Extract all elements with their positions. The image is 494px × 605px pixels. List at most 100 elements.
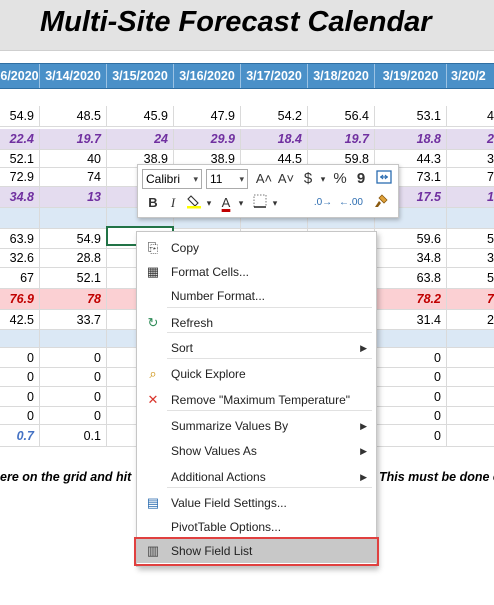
table-cell[interactable]: 5: [447, 268, 494, 288]
currency-button[interactable]: $: [298, 169, 318, 189]
table-cell[interactable]: 19.7: [308, 129, 375, 149]
table-cell[interactable]: 47.9: [174, 106, 241, 126]
table-cell[interactable]: 4: [447, 106, 494, 126]
table-cell[interactable]: 18.4: [241, 129, 308, 149]
table-cell[interactable]: 29.9: [174, 129, 241, 149]
date-header-cell[interactable]: 3/16/2020: [174, 64, 241, 88]
table-cell[interactable]: [0, 208, 40, 228]
table-cell[interactable]: 2: [447, 310, 494, 329]
table-cell[interactable]: [447, 330, 494, 347]
table-cell[interactable]: 0: [0, 387, 40, 406]
table-cell[interactable]: 54.9: [0, 106, 40, 126]
table-cell[interactable]: 33.7: [40, 310, 107, 329]
table-cell[interactable]: 63.8: [375, 268, 447, 288]
font-name-box[interactable]: Calibri ▾: [142, 169, 202, 189]
table-cell[interactable]: 19.7: [40, 129, 107, 149]
table-cell[interactable]: 52.1: [0, 150, 40, 167]
date-header-cell[interactable]: 3/15/2020: [107, 64, 174, 88]
menu-item-additional-actions[interactable]: Additional Actions ▶: [137, 465, 376, 489]
table-cell[interactable]: 0: [375, 348, 447, 367]
table-cell[interactable]: 54.9: [40, 229, 107, 248]
menu-item-refresh[interactable]: ↻ Refresh: [137, 311, 376, 335]
decrease-decimal-button[interactable]: ←.00: [336, 193, 366, 213]
menu-item-copy[interactable]: ⎘ Copy: [137, 236, 376, 260]
table-cell[interactable]: [0, 330, 40, 347]
table-cell[interactable]: 0.7: [0, 425, 40, 446]
table-cell[interactable]: [40, 330, 107, 347]
table-cell[interactable]: 22.4: [0, 129, 40, 149]
table-cell[interactable]: 56.4: [308, 106, 375, 126]
table-cell[interactable]: 3: [447, 150, 494, 167]
format-painter-icon[interactable]: [370, 193, 392, 213]
borders-icon[interactable]: [250, 193, 270, 213]
table-cell[interactable]: 32.6: [0, 249, 40, 267]
bold-button[interactable]: B: [144, 193, 162, 213]
table-cell[interactable]: 78: [40, 289, 107, 309]
table-cell[interactable]: 54.2: [241, 106, 308, 126]
table-cell[interactable]: 0: [0, 368, 40, 386]
table-cell[interactable]: 76.9: [0, 289, 40, 309]
table-cell[interactable]: 63.9: [0, 229, 40, 248]
table-cell[interactable]: 0: [40, 387, 107, 406]
table-cell[interactable]: [447, 425, 494, 446]
table-cell[interactable]: [447, 208, 494, 228]
table-cell[interactable]: 24: [107, 129, 174, 149]
table-cell[interactable]: 59.6: [375, 229, 447, 248]
table-cell[interactable]: 0.1: [40, 425, 107, 446]
table-cell[interactable]: 18.8: [375, 129, 447, 149]
percent-button[interactable]: %: [330, 169, 350, 189]
table-cell[interactable]: [40, 208, 107, 228]
font-size-box[interactable]: 11 ▾: [206, 169, 248, 189]
menu-item-format-cells[interactable]: ▦ Format Cells...: [137, 260, 376, 284]
menu-item-number-format[interactable]: Number Format...: [137, 284, 376, 308]
table-cell[interactable]: [447, 368, 494, 386]
merge-center-icon[interactable]: [374, 169, 394, 189]
table-cell[interactable]: 78.2: [375, 289, 447, 309]
table-cell[interactable]: 0: [375, 407, 447, 424]
table-cell[interactable]: 52.1: [40, 268, 107, 288]
table-cell[interactable]: 0: [0, 348, 40, 367]
table-cell[interactable]: 28.8: [40, 249, 107, 267]
table-cell[interactable]: 7: [447, 289, 494, 309]
menu-item-quick-explore[interactable]: ⌕ Quick Explore: [137, 362, 376, 386]
italic-button[interactable]: I: [164, 193, 182, 213]
table-cell[interactable]: 72.9: [0, 168, 40, 186]
shrink-font-button[interactable]: A˅: [276, 169, 296, 189]
table-cell[interactable]: 67: [0, 268, 40, 288]
grow-font-button[interactable]: A˄: [254, 169, 274, 189]
table-cell[interactable]: 2: [447, 129, 494, 149]
table-cell[interactable]: 1: [447, 187, 494, 207]
table-cell[interactable]: 45.9: [107, 106, 174, 126]
table-cell[interactable]: 5: [447, 229, 494, 248]
menu-item-show-values-as[interactable]: Show Values As ▶: [137, 439, 376, 463]
chevron-down-icon[interactable]: ▾: [204, 193, 214, 213]
table-cell[interactable]: [447, 387, 494, 406]
table-cell[interactable]: 0: [0, 407, 40, 424]
menu-item-pivottable-options[interactable]: PivotTable Options...: [137, 515, 376, 539]
table-cell[interactable]: [375, 330, 447, 347]
menu-item-remove-maximum-temperature[interactable]: ✕ Remove "Maximum Temperature": [137, 388, 376, 412]
chevron-down-icon[interactable]: ▾: [270, 193, 280, 213]
table-cell[interactable]: 74: [40, 168, 107, 186]
table-cell[interactable]: 0: [375, 368, 447, 386]
date-header-cell[interactable]: 3/20/2: [447, 64, 494, 88]
comma-style-button[interactable]: 9: [352, 169, 370, 189]
table-cell[interactable]: 3: [447, 249, 494, 267]
date-header-cell[interactable]: 3/18/2020: [308, 64, 375, 88]
table-cell[interactable]: 40: [40, 150, 107, 167]
table-cell[interactable]: 34.8: [0, 187, 40, 207]
table-cell[interactable]: 13: [40, 187, 107, 207]
table-cell[interactable]: 0: [375, 425, 447, 446]
date-header-cell[interactable]: 3/19/2020: [375, 64, 447, 88]
table-cell[interactable]: 0: [375, 387, 447, 406]
table-cell[interactable]: 0: [40, 368, 107, 386]
table-cell[interactable]: 0: [40, 348, 107, 367]
table-cell[interactable]: [447, 348, 494, 367]
menu-item-value-field-settings[interactable]: ▤ Value Field Settings...: [137, 491, 376, 515]
date-header-cell[interactable]: 3/14/2020: [40, 64, 107, 88]
menu-item-sort[interactable]: Sort ▶: [137, 336, 376, 360]
date-header-cell[interactable]: 6/2020: [0, 64, 40, 88]
table-cell[interactable]: 34.8: [375, 249, 447, 267]
chevron-down-icon[interactable]: ▾: [236, 193, 246, 213]
chevron-down-icon[interactable]: ▾: [318, 169, 328, 189]
